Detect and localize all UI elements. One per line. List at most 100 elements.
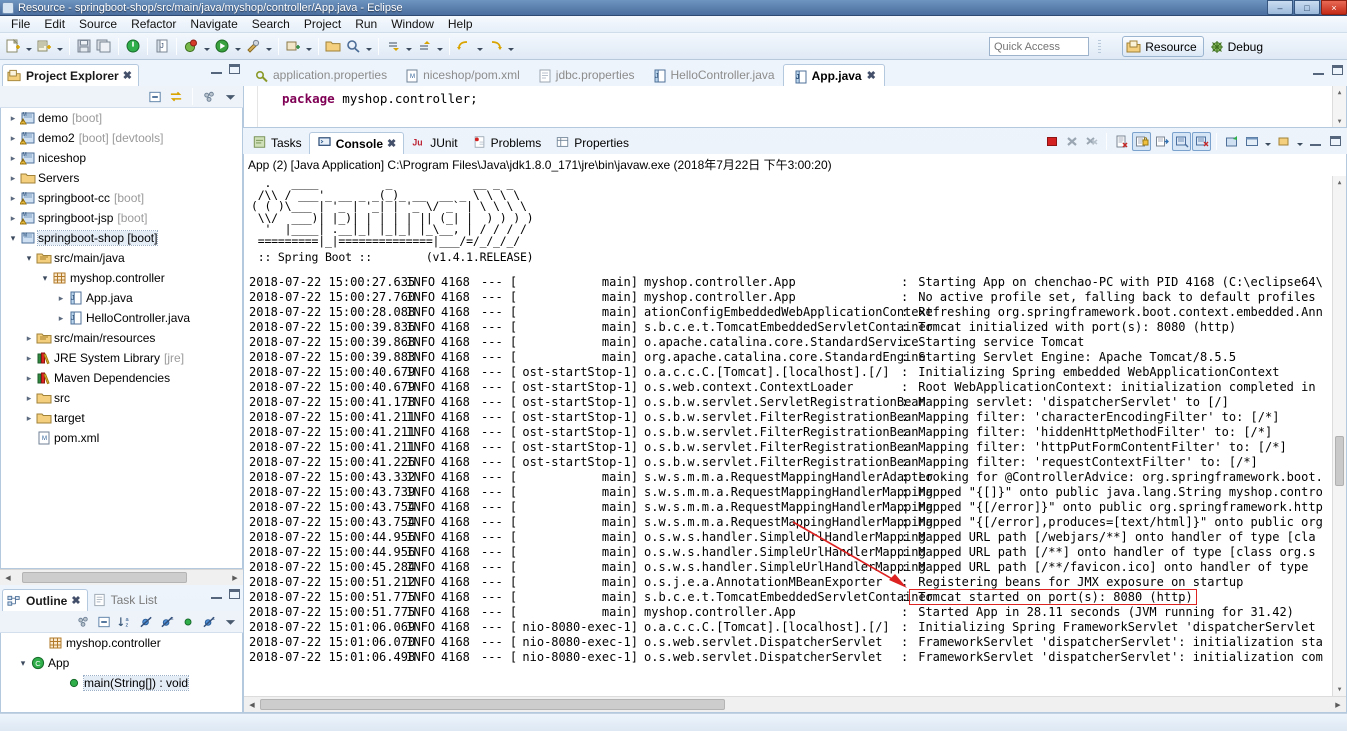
tree-item[interactable]: Mpom.xml	[1, 428, 242, 448]
chevron-right-icon[interactable]	[7, 213, 19, 224]
open-console-icon[interactable]	[1222, 132, 1241, 151]
back-icon[interactable]	[454, 36, 474, 56]
chevron-right-icon[interactable]	[23, 373, 35, 384]
scroll-lock-icon[interactable]	[1132, 131, 1151, 151]
terminate-icon[interactable]	[1042, 132, 1061, 151]
close-icon[interactable]: ✖	[387, 137, 396, 150]
outline-view-menu-chevron-down-icon[interactable]	[221, 613, 239, 631]
scroll-left-icon[interactable]: ◀	[0, 570, 16, 585]
console-vscrollbar[interactable]: ▲ ▼	[1332, 176, 1346, 696]
collapse-all-icon[interactable]	[95, 613, 113, 631]
maximize-view-icon[interactable]	[1326, 132, 1345, 151]
chevron-right-icon[interactable]	[7, 153, 19, 164]
minimize-view-icon[interactable]	[211, 65, 222, 74]
view-menu-icon[interactable]	[200, 88, 218, 106]
close-icon[interactable]: ✖	[867, 69, 876, 82]
next-annotation-dropdown[interactable]	[403, 36, 414, 56]
tree-item[interactable]: M!demo[boot]	[1, 108, 242, 128]
chevron-down-icon[interactable]	[7, 233, 19, 244]
console-output[interactable]: . ____ _ __ _ _ /\\ / ___'_ __ _ _(_)_ _…	[244, 176, 1346, 696]
menu-refactor[interactable]: Refactor	[124, 16, 183, 32]
minimize-view-icon[interactable]	[1313, 66, 1324, 75]
hscroll-thumb[interactable]	[22, 572, 187, 583]
open-folder-icon[interactable]	[323, 36, 343, 56]
prev-annotation-icon[interactable]	[414, 36, 434, 56]
console-hscrollbar[interactable]: ◀ ▶	[244, 696, 1346, 712]
scroll-right-icon[interactable]: ▶	[227, 570, 243, 585]
chevron-right-icon[interactable]	[7, 113, 19, 124]
console-hscroll-thumb[interactable]	[260, 699, 725, 710]
open-type-icon[interactable]: J	[152, 36, 172, 56]
maximize-view-icon[interactable]	[1332, 65, 1343, 75]
new-console-view-icon[interactable]	[1242, 132, 1261, 151]
scroll-right-icon[interactable]: ▶	[1330, 697, 1346, 712]
editor-tab[interactable]: J HelloController.java	[643, 64, 783, 86]
console-vscroll-thumb[interactable]	[1335, 436, 1344, 486]
chevron-down-icon[interactable]	[23, 253, 35, 264]
menu-project[interactable]: Project	[297, 16, 348, 32]
close-icon[interactable]: ✖	[71, 594, 80, 607]
chevron-right-icon[interactable]	[7, 193, 19, 204]
close-button[interactable]: ×	[1321, 0, 1347, 15]
hide-fields-icon[interactable]	[137, 613, 155, 631]
project-explorer-tree[interactable]: M!demo[boot]M!demo2[boot] [devtools]M!ni…	[0, 108, 243, 569]
tree-item[interactable]: src/main/resources	[1, 328, 242, 348]
debug-icon[interactable]	[181, 36, 201, 56]
link-with-editor-icon[interactable]	[167, 88, 185, 106]
tree-item[interactable]: main(String[]) : void	[1, 673, 242, 693]
java-editor[interactable]: package myshop.controller; ▲ ▼	[243, 86, 1347, 128]
console-panel-tab[interactable]: Ju JUnit	[404, 132, 464, 154]
menu-help[interactable]: Help	[441, 16, 480, 32]
tree-item[interactable]: M!springboot-jsp[boot]	[1, 208, 242, 228]
chevron-right-icon[interactable]	[23, 413, 35, 424]
console-view-dropdown[interactable]	[1262, 131, 1273, 151]
menu-window[interactable]: Window	[384, 16, 441, 32]
remove-launch-icon[interactable]	[1062, 132, 1081, 151]
sort-alphabetically-icon[interactable]: az	[116, 613, 134, 631]
menu-navigate[interactable]: Navigate	[183, 16, 244, 32]
minimize-view-icon[interactable]	[1306, 132, 1325, 151]
editor-tab[interactable]: Mniceshop/pom.xml	[395, 64, 528, 86]
tree-item[interactable]: Mspringboot-shop [boot]	[1, 228, 242, 248]
tree-item[interactable]: C App	[1, 653, 242, 673]
chevron-right-icon[interactable]	[7, 133, 19, 144]
forward-dropdown[interactable]	[505, 36, 516, 56]
scroll-up-icon[interactable]: ▲	[1333, 86, 1346, 98]
clear-console-icon[interactable]	[1112, 132, 1131, 151]
tree-item[interactable]: src/main/java	[1, 248, 242, 268]
maximize-view-icon[interactable]	[229, 64, 240, 74]
remove-all-launches-icon[interactable]	[1082, 132, 1101, 151]
prev-annotation-dropdown[interactable]	[434, 36, 445, 56]
quick-access-input[interactable]	[989, 37, 1089, 56]
tab-outline[interactable]: Outline ✖	[2, 589, 88, 611]
new-connection-icon[interactable]	[283, 36, 303, 56]
tree-item[interactable]: Maven Dependencies	[1, 368, 242, 388]
new-connection-dropdown[interactable]	[303, 36, 314, 56]
console-panel-tab[interactable]: Tasks	[245, 132, 309, 154]
scroll-down-icon[interactable]: ▼	[1333, 683, 1346, 696]
chevron-right-icon[interactable]	[55, 293, 67, 304]
menu-file[interactable]: File	[4, 16, 37, 32]
run-dropdown[interactable]	[232, 36, 243, 56]
display-selected-console-icon[interactable]	[1192, 131, 1211, 151]
tab-project-explorer[interactable]: Project Explorer ✖	[2, 64, 139, 86]
menu-run[interactable]: Run	[348, 16, 384, 32]
console-panel-tab[interactable]: Properties	[548, 132, 636, 154]
console-panel-tab[interactable]: Console ✖	[308, 132, 405, 154]
menu-source[interactable]: Source	[72, 16, 124, 32]
tree-item[interactable]: J HelloController.java	[1, 308, 242, 328]
pin-view-dropdown[interactable]	[1294, 131, 1305, 151]
external-tools-icon[interactable]	[243, 36, 263, 56]
debug-dropdown[interactable]	[201, 36, 212, 56]
scroll-left-icon[interactable]: ◀	[244, 697, 260, 712]
toolbar-drag-handle[interactable]	[1098, 40, 1101, 53]
maximize-button[interactable]: □	[1294, 0, 1320, 15]
run-icon[interactable]	[212, 36, 232, 56]
minimize-button[interactable]: –	[1267, 0, 1293, 15]
new-java-project-icon[interactable]	[34, 36, 54, 56]
maximize-view-icon[interactable]	[229, 589, 240, 599]
show-console-on-output-icon[interactable]	[1152, 132, 1171, 151]
minimize-view-icon[interactable]	[211, 590, 222, 599]
project-explorer-hscrollbar[interactable]: ◀ ▶	[0, 569, 243, 585]
external-tools-dropdown[interactable]	[263, 36, 274, 56]
